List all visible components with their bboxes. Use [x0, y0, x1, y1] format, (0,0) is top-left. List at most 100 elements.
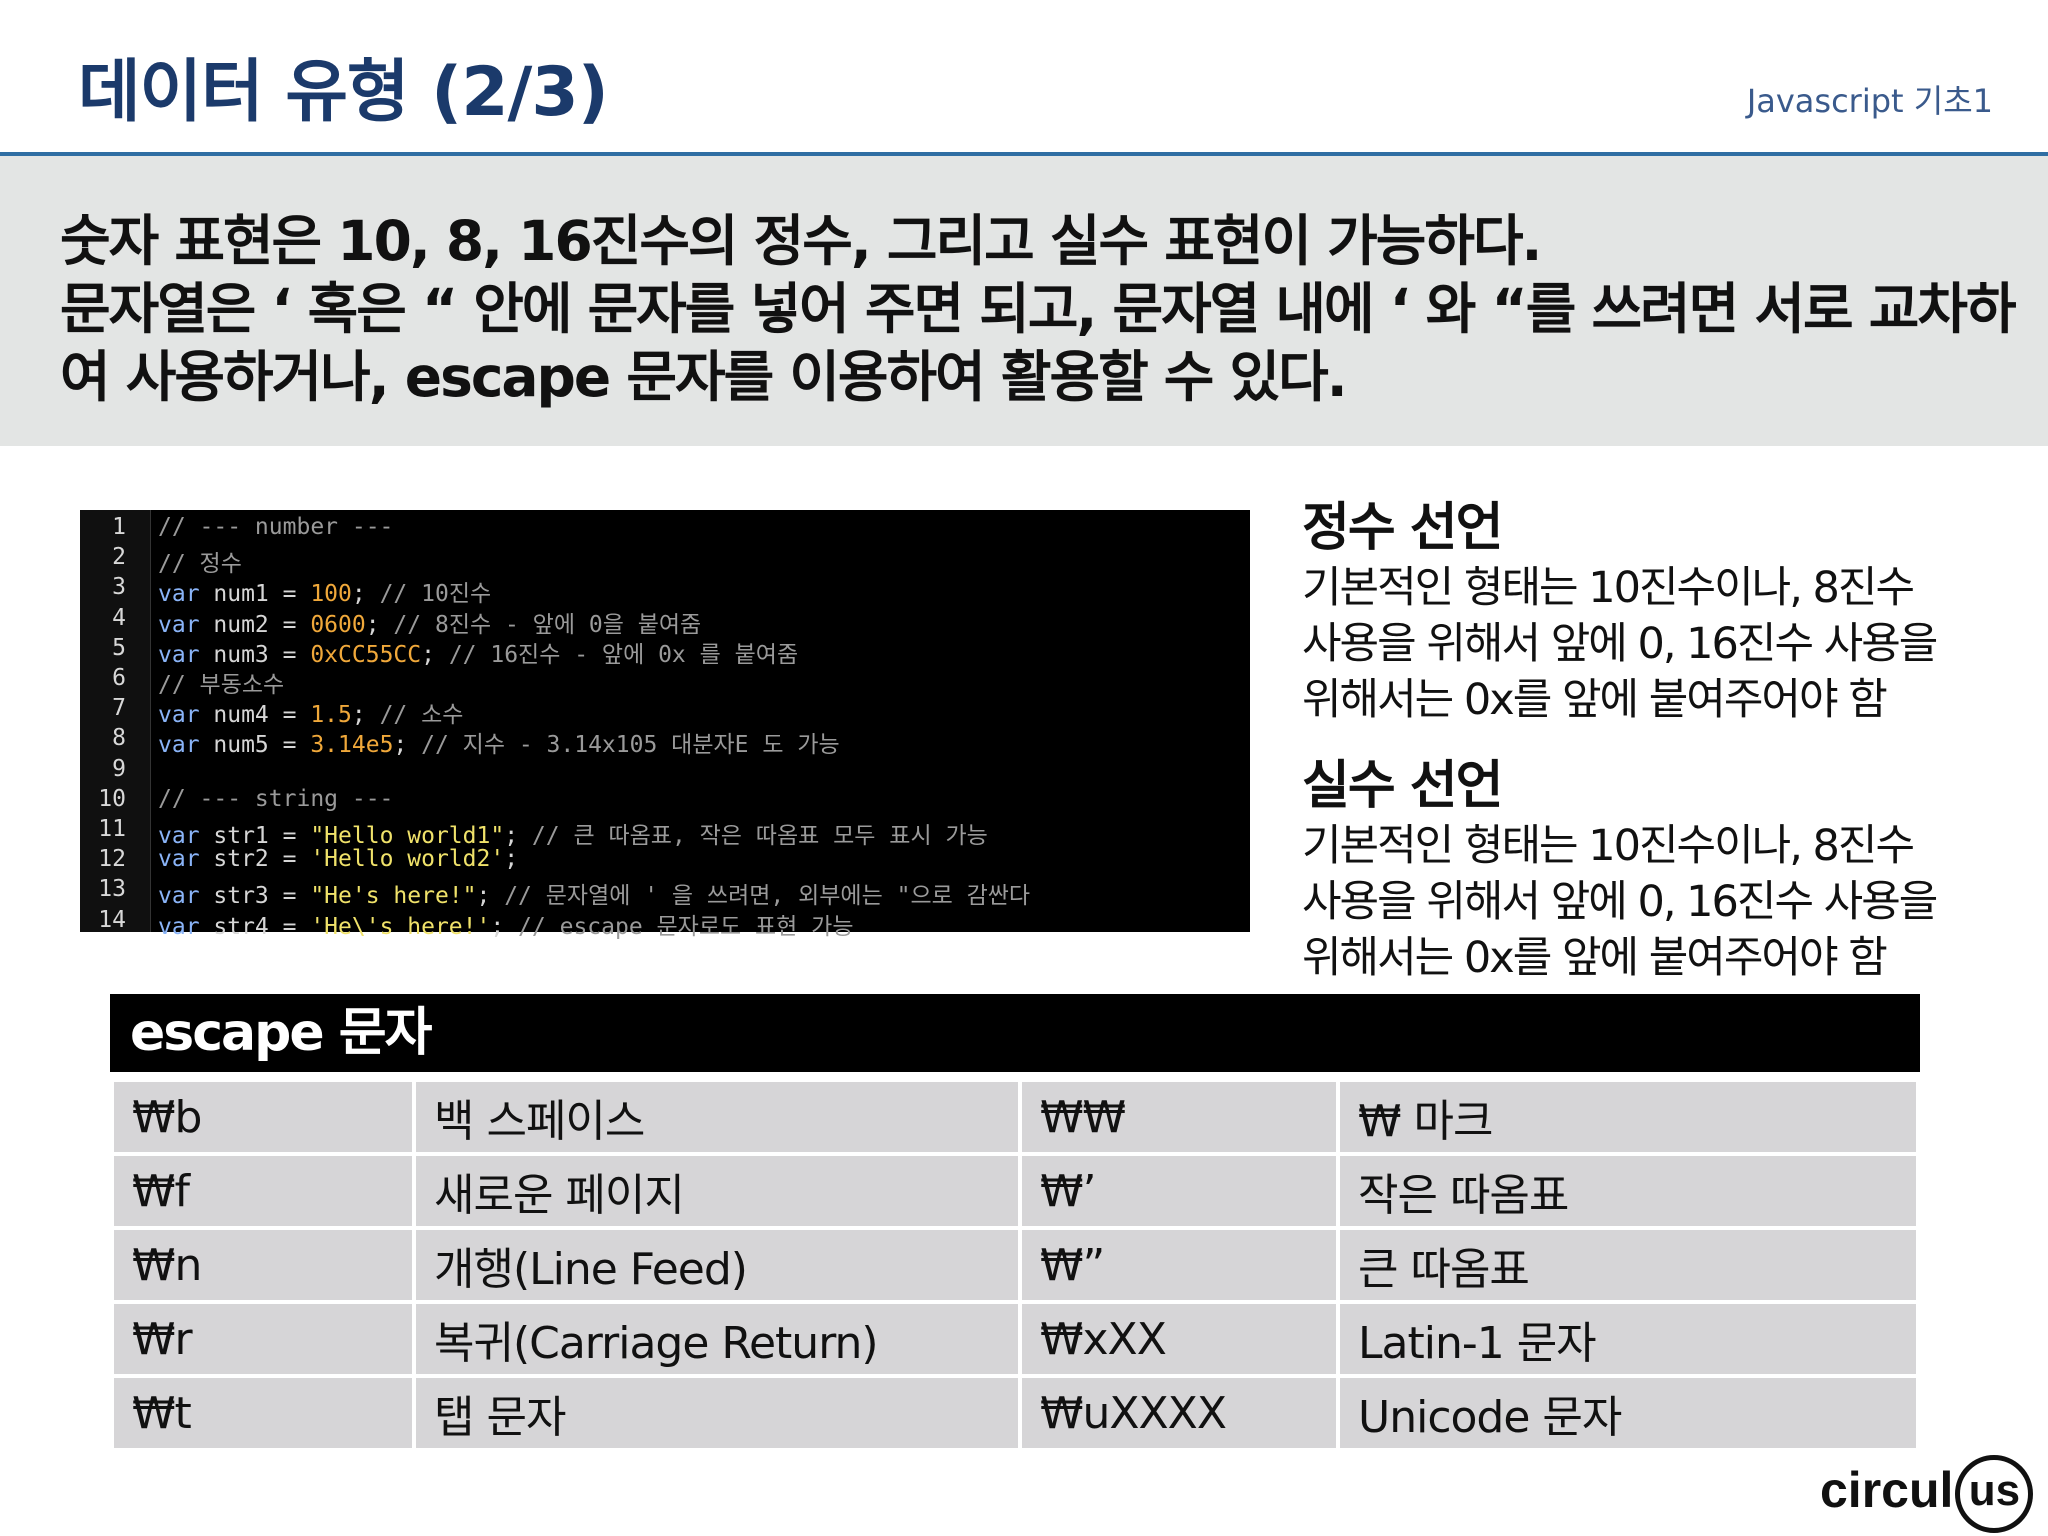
escape-code: ₩₩	[1018, 1078, 1340, 1156]
code-line: 9	[80, 756, 1250, 786]
code-string: "He's here!"	[310, 883, 477, 910]
code-text: var str3 = "He's here!"; // 문자열에 ' 을 쓰려면…	[158, 876, 1030, 910]
line-number: 11	[98, 816, 126, 842]
code-text: // --- number ---	[158, 514, 393, 540]
real-declaration: 실수 선언 기본적인 형태는 10진수이나, 8진수 사용을 위해서 앞에 0,…	[1302, 743, 2022, 986]
code-keyword: var	[158, 702, 200, 729]
code-number: 3.14e5	[310, 732, 394, 759]
escape-meaning: 탭 문자	[412, 1374, 1022, 1452]
code-string: 'He\'s here!'	[310, 913, 491, 940]
escape-meaning: 개행(Line Feed)	[412, 1226, 1022, 1304]
escape-code: ₩f	[110, 1152, 416, 1230]
code-punct: ;	[490, 913, 505, 940]
code-line: 5 var num3 = 0xCC55CC; // 16진수 - 앞에 0x 를 …	[80, 634, 1250, 668]
code-punct: ;	[393, 732, 408, 759]
integer-desc-3: 위해서는 0x를 앞에 붙여주어야 함	[1302, 675, 1888, 725]
code-identifier: str1 =	[199, 823, 311, 849]
code-line: 11 var str1 = "Hello world1"; // 큰 따옴표, 작…	[80, 816, 1250, 849]
course-subtitle: Javascript 기초1	[1746, 82, 1993, 120]
code-comment: // 8진수 - 앞에 0을 붙여줌	[379, 611, 702, 638]
escape-meaning: Latin-1 문자	[1336, 1300, 1920, 1378]
table-row: ₩r 복귀(Carriage Return) ₩xXX Latin-1 문자	[110, 1300, 1920, 1378]
code-line: 7 var num4 = 1.5; // 소수	[80, 695, 1250, 728]
code-comment: // 소수	[365, 702, 464, 729]
escape-meaning: 작은 따옴표	[1336, 1152, 1920, 1230]
logo-badge: us	[1955, 1455, 2034, 1533]
real-desc-1: 기본적인 형태는 10진수이나, 8진수	[1302, 821, 1915, 871]
code-number: 0600	[310, 611, 366, 638]
code-text: var str2 = 'Hello world2';	[158, 846, 518, 872]
code-line: 14 var str4 = 'He\'s here!'; // escape 문자…	[80, 907, 1250, 940]
line-number: 13	[98, 876, 126, 903]
integer-desc-1: 기본적인 형태는 10진수이나, 8진수	[1302, 563, 1915, 613]
code-keyword: var	[158, 883, 200, 910]
page-title: 데이터 유형 (2/3)	[78, 53, 609, 132]
code-identifier: num4 =	[199, 702, 311, 729]
line-number: 3	[112, 574, 126, 601]
escape-table-section: escape 문자 ₩b 백 스페이스 ₩₩ ₩ 마크 ₩f 새로운 페이지 ₩…	[110, 994, 1920, 1452]
code-punct: ;	[365, 611, 380, 638]
escape-code: ₩uXXXX	[1018, 1374, 1340, 1452]
slide-header: 데이터 유형 (2/3) Javascript 기초1	[0, 0, 2048, 156]
code-keyword: var	[158, 732, 200, 759]
intro-box: 숫자 표현은 10, 8, 16진수의 정수, 그리고 실수 표현이 가능하다.…	[0, 156, 2048, 446]
code-identifier: num3 =	[199, 641, 311, 668]
line-number: 12	[98, 846, 126, 873]
code-text: // --- string ---	[158, 786, 393, 812]
table-row: ₩t 탭 문자 ₩uXXXX Unicode 문자	[110, 1374, 1920, 1452]
code-comment: // 10진수	[365, 581, 492, 608]
escape-code: ₩”	[1018, 1226, 1340, 1304]
code-identifier: str4 =	[199, 913, 311, 940]
circulus-logo: circul us	[1820, 1455, 2034, 1533]
code-keyword: var	[158, 611, 200, 638]
integer-declaration: 정수 선언 기본적인 형태는 10진수이나, 8진수 사용을 위해서 앞에 0,…	[1302, 485, 2022, 728]
code-comment: // --- number ---	[158, 514, 394, 540]
code-text: var num3 = 0xCC55CC; // 16진수 - 앞에 0x 를 붙…	[158, 635, 798, 669]
code-text: var str4 = 'He\'s here!'; // escape 문자로도…	[158, 907, 854, 941]
line-number: 8	[112, 725, 126, 752]
code-punct: ;	[504, 823, 519, 849]
line-number: 7	[112, 695, 126, 722]
code-line: 13 var str3 = "He's here!"; // 문자열에 ' 을 쓰…	[80, 876, 1250, 909]
code-comment: // escape 문자로도 표현 가능	[504, 913, 854, 940]
code-screenshot: 1 // --- number --- 2 // 정수 3 var num1 = 100;…	[80, 510, 1250, 940]
integer-desc-2: 사용을 위해서 앞에 0, 16진수 사용을	[1302, 619, 1938, 669]
code-keyword: var	[158, 913, 200, 940]
code-line: 8 var num5 = 3.14e5; // 지수 - 3.14x105 대분자…	[80, 725, 1250, 759]
code-keyword: var	[158, 581, 200, 608]
escape-code: ₩n	[110, 1226, 416, 1304]
escape-table-title: escape 문자	[110, 994, 1920, 1072]
code-string: "Hello world1"	[310, 823, 505, 849]
code-text: var num1 = 100; // 10진수	[158, 574, 491, 608]
code-text: var num2 = 0600; // 8진수 - 앞에 0을 붙여줌	[158, 605, 701, 639]
escape-meaning: Unicode 문자	[1336, 1374, 1920, 1452]
code-identifier: num2 =	[199, 611, 311, 638]
code-text: var num4 = 1.5; // 소수	[158, 695, 463, 729]
code-punct: ;	[351, 702, 366, 729]
code-line: 12 var str2 = 'Hello world2';	[80, 846, 1250, 876]
escape-meaning: 큰 따옴표	[1336, 1226, 1920, 1304]
code-keyword: var	[158, 846, 200, 873]
integer-title: 정수 선언	[1302, 498, 1503, 558]
code-comment: // 지수 - 3.14x105 대분자E 도 가능	[407, 732, 840, 759]
code-keyword: var	[158, 641, 200, 668]
line-number: 9	[112, 755, 126, 782]
code-line: 10 // --- string ---	[80, 786, 1250, 816]
escape-code: ₩r	[110, 1300, 416, 1378]
code-line: 4 var num2 = 0600; // 8진수 - 앞에 0을 붙여줌	[80, 605, 1250, 638]
escape-meaning: 새로운 페이지	[412, 1152, 1022, 1230]
logo-text: circul	[1820, 1462, 1954, 1519]
escape-code: ₩xXX	[1018, 1300, 1340, 1378]
intro-line-3: 여 사용하거나, escape 문자를 이용하여 활용할 수 있다.	[60, 345, 1348, 409]
real-desc-2: 사용을 위해서 앞에 0, 16진수 사용을	[1302, 877, 1938, 927]
code-punct: ;	[351, 581, 366, 608]
table-row: ₩b 백 스페이스 ₩₩ ₩ 마크	[110, 1078, 1920, 1156]
code-keyword: var	[158, 823, 200, 849]
line-number: 5	[112, 634, 126, 661]
code-number: 1.5	[310, 702, 352, 729]
code-identifier: num5 =	[199, 732, 311, 759]
code-comment: // 정수	[158, 551, 242, 578]
code-punct: ;	[504, 846, 519, 873]
code-comment: // 큰 따옴표, 작은 따옴표 모두 표시 가능	[518, 823, 988, 849]
real-title: 실수 선언	[1302, 756, 1503, 816]
